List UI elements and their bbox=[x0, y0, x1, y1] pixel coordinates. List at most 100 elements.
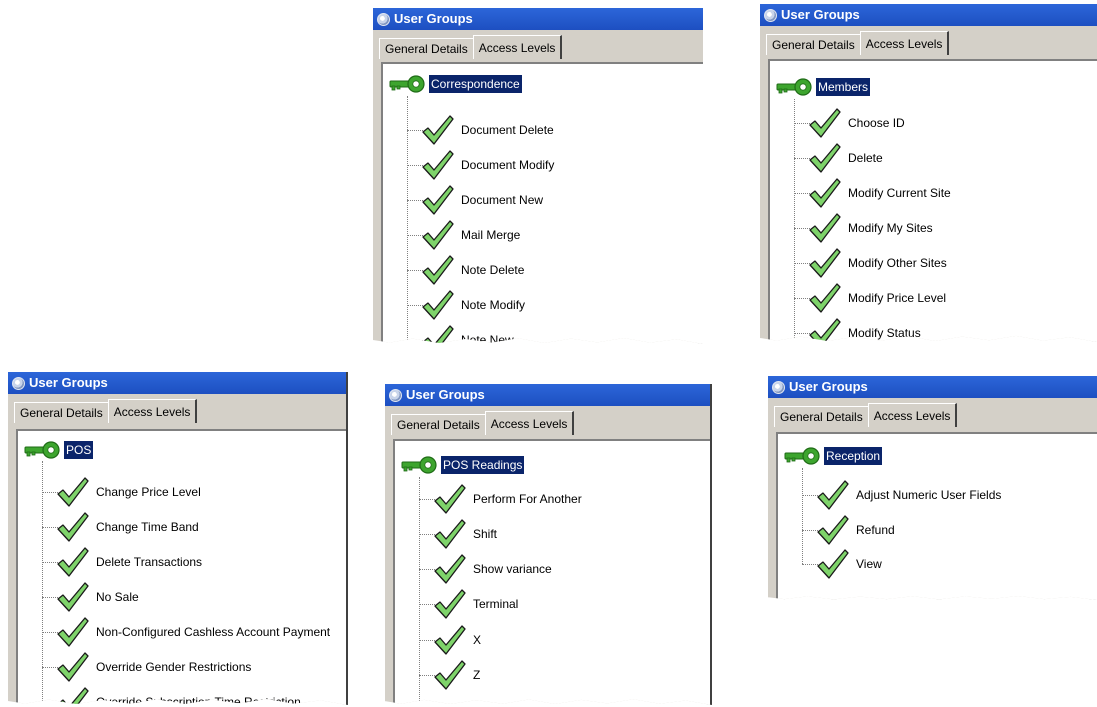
tree-root[interactable]: Reception bbox=[784, 446, 883, 466]
tab-general-details[interactable]: General Details bbox=[391, 414, 486, 435]
tree-item[interactable]: Note Modify bbox=[407, 287, 525, 323]
tree-item[interactable]: Override Subscription Time Restriction bbox=[42, 684, 301, 705]
tree-branch bbox=[42, 701, 58, 703]
tree-item-label: Change Price Level bbox=[96, 485, 201, 499]
checkmark-icon[interactable] bbox=[808, 177, 842, 209]
tree-item-label: Note Delete bbox=[461, 263, 525, 277]
tree-item[interactable]: X bbox=[419, 622, 481, 658]
checkmark-icon[interactable] bbox=[808, 247, 842, 279]
tree-root[interactable]: Correspondence bbox=[389, 74, 522, 94]
tree-item-label: Adjust Numeric User Fields bbox=[856, 488, 1002, 502]
tab-general-details[interactable]: General Details bbox=[379, 38, 474, 59]
access-tree: Members Choose ID Delete Modify Current … bbox=[768, 59, 1097, 342]
checkmark-icon[interactable] bbox=[56, 546, 90, 578]
tree-item[interactable]: Change Price Level bbox=[42, 474, 201, 510]
tree-item[interactable]: Shift bbox=[419, 516, 497, 552]
title-bar[interactable]: User Groups bbox=[8, 372, 348, 394]
tab-strip: General Details Access Levels bbox=[14, 399, 198, 423]
title-bar[interactable]: User Groups bbox=[760, 4, 1097, 26]
tab-general-details[interactable]: General Details bbox=[766, 34, 861, 55]
checkmark-icon[interactable] bbox=[421, 219, 455, 251]
tree-item-label: X bbox=[473, 633, 482, 647]
checkmark-icon[interactable] bbox=[421, 289, 455, 321]
checkmark-icon[interactable] bbox=[816, 479, 850, 511]
tree-item[interactable]: Modify My Sites bbox=[794, 210, 933, 246]
tree-item[interactable]: Note Delete bbox=[407, 252, 524, 288]
tab-access-levels[interactable]: Access Levels bbox=[107, 399, 198, 423]
tab-access-levels[interactable]: Access Levels bbox=[472, 35, 563, 59]
tab-access-levels[interactable]: Access Levels bbox=[867, 403, 958, 427]
checkmark-icon[interactable] bbox=[433, 483, 467, 515]
app-icon bbox=[12, 376, 25, 390]
checkmark-icon[interactable] bbox=[421, 324, 455, 344]
title-bar[interactable]: User Groups bbox=[385, 384, 712, 406]
tree-item[interactable]: Change Time Band bbox=[42, 509, 199, 545]
tree-item-label: Refund bbox=[856, 523, 895, 537]
key-icon bbox=[784, 447, 820, 465]
checkmark-icon[interactable] bbox=[433, 588, 467, 620]
checkmark-icon[interactable] bbox=[433, 659, 467, 691]
tree-item[interactable]: Note New bbox=[407, 322, 514, 344]
tree-item[interactable]: View bbox=[802, 546, 882, 582]
tree-item[interactable]: Modify Price Level bbox=[794, 280, 946, 316]
checkmark-icon[interactable] bbox=[816, 548, 850, 580]
tree-item[interactable]: Mail Merge bbox=[407, 217, 520, 253]
window-title: User Groups bbox=[394, 11, 473, 26]
tree-root[interactable]: Members bbox=[776, 77, 871, 97]
tree-item[interactable]: Perform For Another bbox=[419, 481, 582, 517]
tree-item-label: Delete bbox=[848, 151, 883, 165]
tree-root[interactable]: POS Readings bbox=[401, 455, 525, 475]
checkmark-icon[interactable] bbox=[56, 511, 90, 543]
checkmark-icon[interactable] bbox=[56, 476, 90, 508]
user-groups-window-members: User Groups General Details Access Level… bbox=[760, 4, 1097, 342]
tab-general-details[interactable]: General Details bbox=[774, 406, 869, 427]
checkmark-icon[interactable] bbox=[421, 114, 455, 146]
checkmark-icon[interactable] bbox=[421, 149, 455, 181]
tab-access-levels[interactable]: Access Levels bbox=[484, 411, 575, 435]
access-tree: POS Change Price Level Change Time Band … bbox=[16, 429, 346, 705]
tree-item[interactable]: Refund bbox=[802, 512, 895, 548]
tab-access-levels[interactable]: Access Levels bbox=[859, 31, 950, 55]
tree-item[interactable]: Choose ID bbox=[794, 105, 905, 141]
tree-item[interactable]: Non-Configured Cashless Account Payment bbox=[42, 614, 330, 650]
checkmark-icon[interactable] bbox=[433, 624, 467, 656]
user-groups-window-correspondence: User Groups General Details Access Level… bbox=[373, 8, 703, 344]
tree-item[interactable]: No Sale bbox=[42, 579, 139, 615]
tree-item[interactable]: Override Gender Restrictions bbox=[42, 649, 251, 685]
checkmark-icon[interactable] bbox=[433, 553, 467, 585]
tree-item[interactable]: Delete Transactions bbox=[42, 544, 202, 580]
tree-item[interactable]: Document Modify bbox=[407, 147, 554, 183]
tree-root-label: POS Readings bbox=[441, 456, 525, 474]
tree-item[interactable]: Modify Current Site bbox=[794, 175, 951, 211]
checkmark-icon[interactable] bbox=[808, 142, 842, 174]
checkmark-icon[interactable] bbox=[56, 686, 90, 705]
tree-item[interactable]: Modify Other Sites bbox=[794, 245, 947, 281]
tree-item-label: Document Delete bbox=[461, 123, 554, 137]
tab-general-details[interactable]: General Details bbox=[14, 402, 109, 423]
checkmark-icon[interactable] bbox=[421, 184, 455, 216]
tree-item-label: Note Modify bbox=[461, 298, 526, 312]
checkmark-icon[interactable] bbox=[816, 514, 850, 546]
tree-item[interactable]: Delete bbox=[794, 140, 883, 176]
checkmark-icon[interactable] bbox=[808, 107, 842, 139]
checkmark-icon[interactable] bbox=[808, 212, 842, 244]
tree-item[interactable]: Adjust Numeric User Fields bbox=[802, 477, 1001, 513]
tree-item[interactable]: Document New bbox=[407, 182, 543, 218]
checkmark-icon[interactable] bbox=[808, 282, 842, 314]
checkmark-icon[interactable] bbox=[421, 254, 455, 286]
tree-item[interactable]: Modify Status bbox=[794, 315, 921, 342]
tree-item[interactable]: Terminal bbox=[419, 586, 518, 622]
checkmark-icon[interactable] bbox=[56, 616, 90, 648]
checkmark-icon[interactable] bbox=[808, 317, 842, 342]
checkmark-icon[interactable] bbox=[56, 581, 90, 613]
tree-item[interactable]: Show variance bbox=[419, 551, 552, 587]
tree-root-label: POS bbox=[64, 441, 94, 459]
checkmark-icon[interactable] bbox=[433, 518, 467, 550]
tree-item[interactable]: Z bbox=[419, 657, 480, 693]
tab-strip: General Details Access Levels bbox=[774, 403, 958, 427]
tree-item[interactable]: Document Delete bbox=[407, 112, 554, 148]
title-bar[interactable]: User Groups bbox=[768, 376, 1097, 398]
title-bar[interactable]: User Groups bbox=[373, 8, 703, 30]
tree-root[interactable]: POS bbox=[24, 440, 94, 460]
checkmark-icon[interactable] bbox=[56, 651, 90, 683]
